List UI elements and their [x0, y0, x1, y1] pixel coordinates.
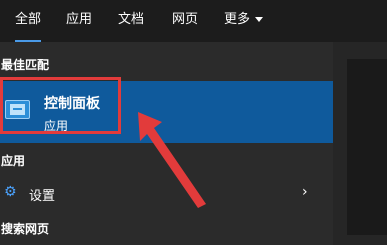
chevron-right-icon[interactable]: › [302, 184, 308, 200]
preview-pane [333, 42, 387, 245]
section-heading-apps: 应用 [1, 154, 26, 168]
section-heading-web: 搜索网页 [1, 222, 50, 236]
section-heading-best-match: 最佳匹配 [1, 58, 50, 72]
tab-all[interactable]: 全部 [15, 10, 42, 43]
tab-documents[interactable]: 文档 [118, 10, 144, 32]
annotation-highlight-box [0, 77, 121, 134]
settings-label: 设置 [29, 189, 56, 204]
tab-bar: 全部 应用 文档 网页 更多 [0, 0, 387, 43]
tab-web[interactable]: 网页 [172, 10, 198, 32]
tab-more-label: 更多 [224, 12, 251, 27]
tab-apps[interactable]: 应用 [66, 10, 92, 32]
search-window: 全部 应用 文档 网页 更多 最佳匹配 控制面板 应用 应用 ⚙ 设置 › 搜索… [0, 0, 387, 245]
gear-icon: ⚙ [4, 184, 17, 200]
caret-down-icon [255, 17, 264, 22]
preview-content [347, 59, 387, 235]
tab-more[interactable]: 更多 [224, 10, 264, 32]
annotation-arrow-icon [138, 112, 206, 208]
